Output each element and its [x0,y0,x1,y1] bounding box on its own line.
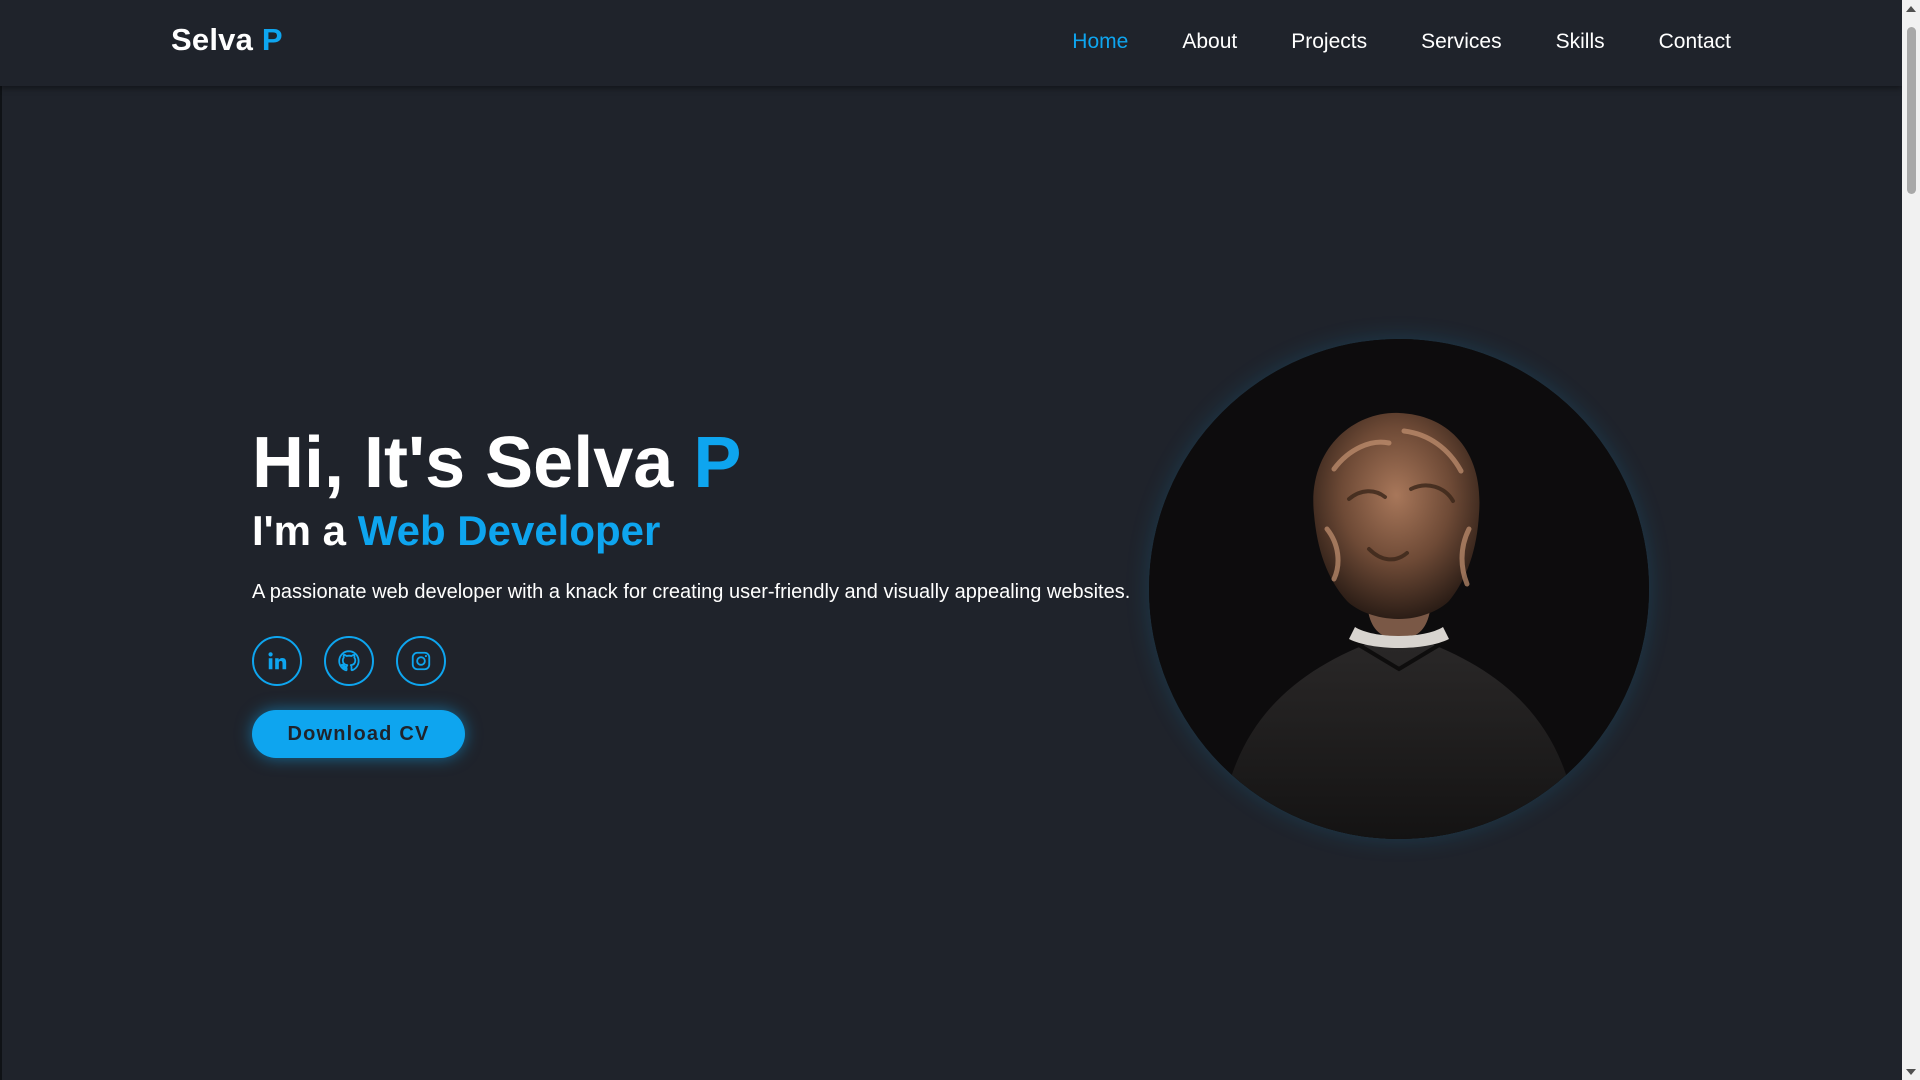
profile-photo [1149,339,1649,839]
nav-services[interactable]: Services [1421,30,1502,54]
github-icon [338,650,360,672]
scroll-thumb[interactable] [1907,27,1916,194]
nav-projects[interactable]: Projects [1291,30,1367,54]
hero-subtitle: I'm a Web Developer [252,506,1152,556]
hero-description: A passionate web developer with a knack … [252,581,1131,603]
chevron-up-icon [1906,5,1916,12]
social-links [252,636,1152,686]
hero-title-accent: P [693,423,742,503]
instagram-link[interactable] [396,636,446,686]
profile-photo-image [1149,339,1649,839]
chevron-down-icon [1906,1068,1916,1075]
page: Selva P Home About Projects Services Ski… [0,0,1920,1080]
hero-title: Hi, It's Selva P [252,420,1152,506]
main-nav: Home About Projects Services Skills Cont… [1018,30,1731,54]
logo[interactable]: Selva P [171,22,283,58]
nav-home[interactable]: Home [1072,30,1128,54]
site-header: Selva P Home About Projects Services Ski… [0,0,1902,86]
linkedin-icon [268,652,287,670]
scroll-up-button[interactable] [1902,0,1920,17]
linkedin-link[interactable] [252,636,302,686]
nav-contact[interactable]: Contact [1659,30,1731,54]
hero-section: Hi, It's Selva P I'm a Web Developer A p… [252,420,1152,758]
vertical-scrollbar[interactable] [1902,0,1920,1080]
download-cv-button[interactable]: Download CV [252,710,465,758]
nav-about[interactable]: About [1182,30,1237,54]
hero-title-text: Hi, It's Selva [252,423,694,503]
logo-text: Selva [171,22,262,57]
github-link[interactable] [324,636,374,686]
instagram-icon [411,651,431,671]
logo-accent: P [261,22,283,57]
hero-subtitle-role: Web Developer [357,507,661,554]
left-edge-divider [0,86,2,1080]
scroll-down-button[interactable] [1902,1063,1920,1080]
hero-subtitle-text: I'm a [252,507,358,554]
nav-skills[interactable]: Skills [1556,30,1605,54]
